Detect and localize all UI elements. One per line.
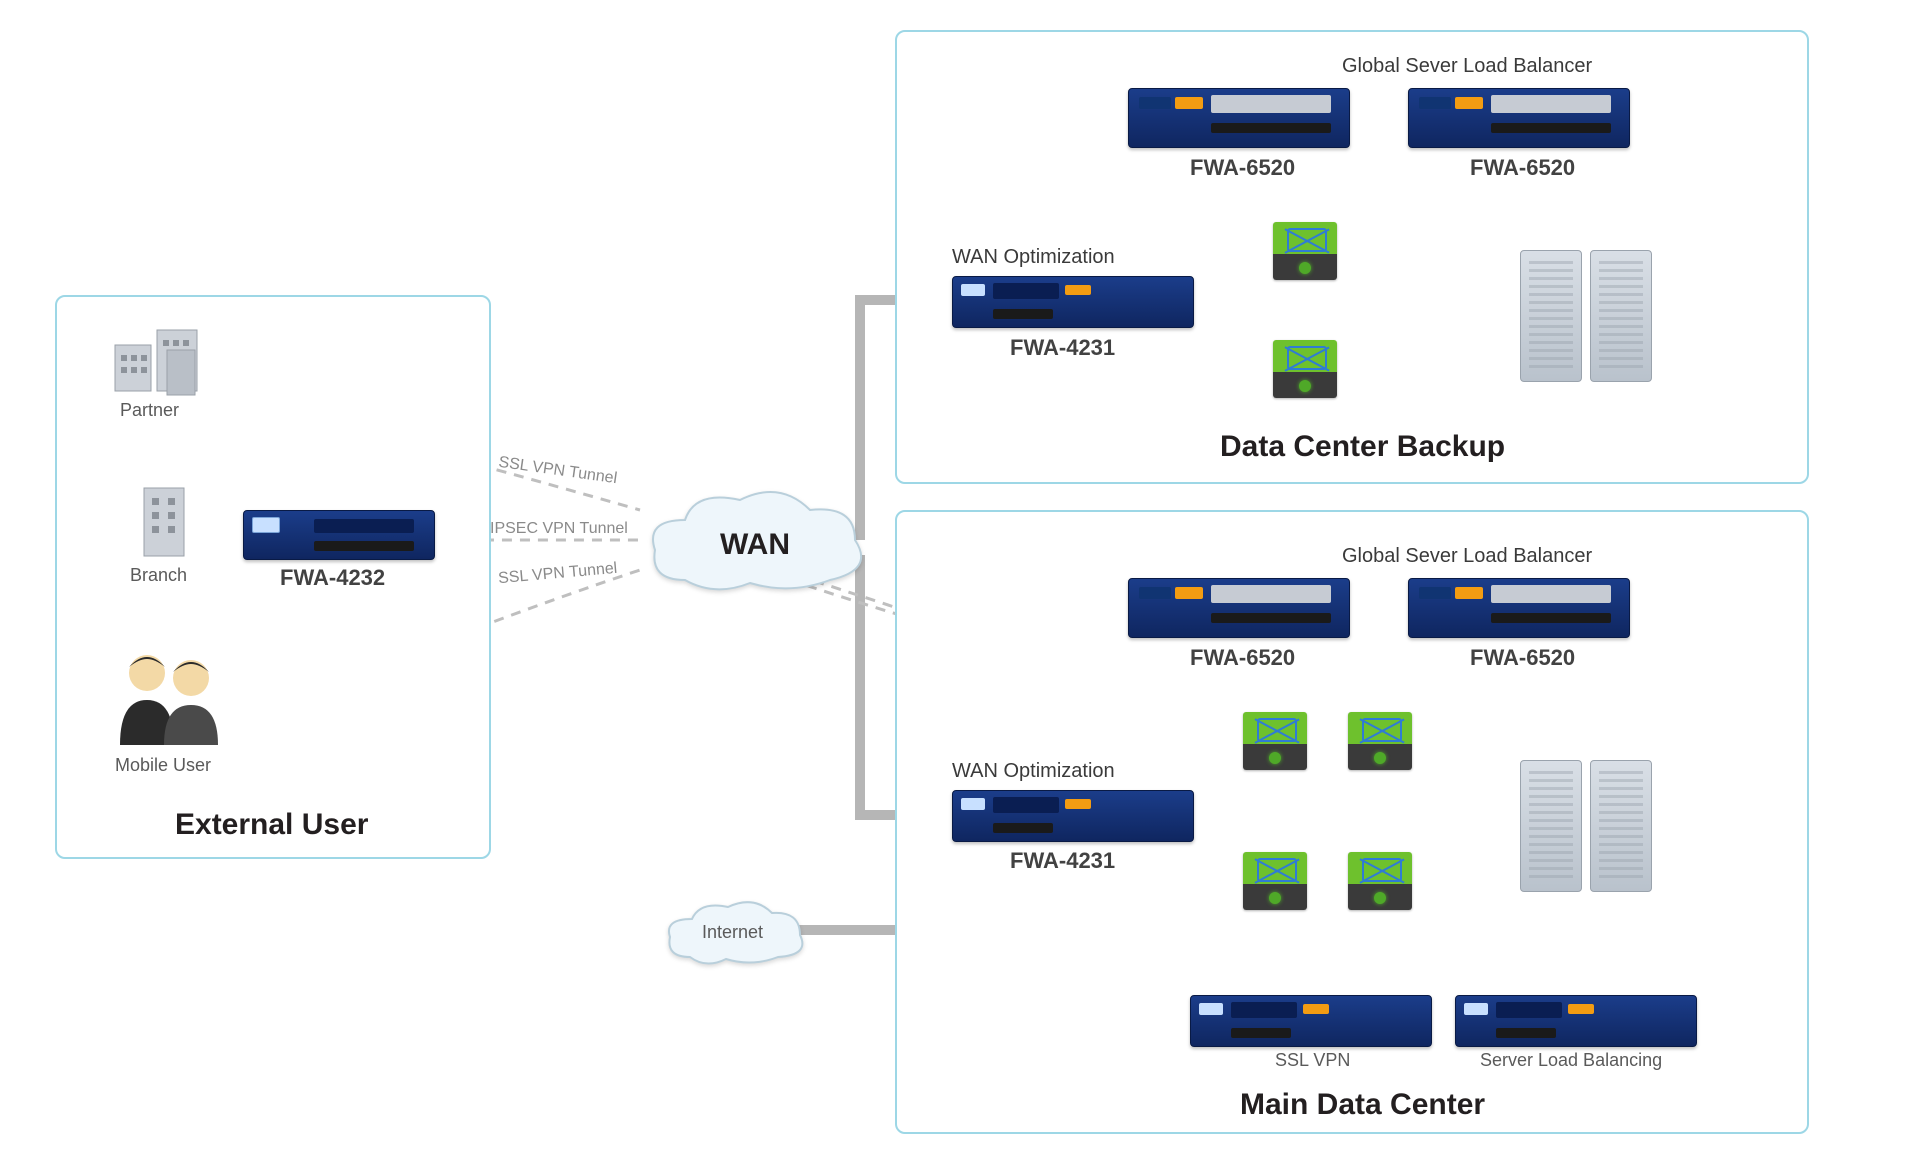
internet-label: Internet [702,922,763,943]
branch-icon [130,480,200,570]
zone-dc-backup-title: Data Center Backup [1220,430,1505,464]
label-b-6520-2: FWA-6520 [1470,155,1575,181]
label-m-6520-1: FWA-6520 [1190,645,1295,671]
appliance-slb [1455,995,1697,1047]
mobile-user-icon [105,645,235,760]
sslvpn-label: SSL VPN [1275,1050,1350,1071]
partner-label: Partner [120,400,179,421]
zone-external-user-title: External User [175,808,368,842]
appliance-b-6520-2 [1408,88,1630,148]
switch-b-2 [1273,340,1337,398]
partner-icon [105,320,215,405]
switch-m-4 [1348,852,1412,910]
rack-backup [1520,250,1670,380]
switch-m-1 [1243,712,1307,770]
switch-m-3 [1243,852,1307,910]
rack-main [1520,760,1670,890]
label-m-4231: FWA-4231 [1010,848,1115,874]
wan-label: WAN [720,528,790,562]
label-m-6520-2: FWA-6520 [1470,645,1575,671]
branch-label: Branch [130,565,187,586]
appliance-m-6520-2 [1408,578,1630,638]
vpn-ipsec: IPSEC VPN Tunnel [490,520,628,538]
label-fwa4232: FWA-4232 [280,565,385,591]
appliance-b-4231 [952,276,1194,328]
appliance-sslvpn [1190,995,1432,1047]
label-b-6520-1: FWA-6520 [1190,155,1295,181]
switch-m-2 [1348,712,1412,770]
appliance-m-4231 [952,790,1194,842]
mobile-user-label: Mobile User [115,755,211,776]
diagram-stage: External User Partner Bran [0,0,1920,1171]
appliance-b-6520-1 [1128,88,1350,148]
appliance-m-6520-1 [1128,578,1350,638]
zone-main-dc-title: Main Data Center [1240,1088,1485,1122]
appliance-fwa4232 [243,510,435,560]
wanopt-backup-label: WAN Optimization [952,246,1115,269]
gslb-backup-label: Global Sever Load Balancer [1342,55,1592,78]
gslb-main-label: Global Sever Load Balancer [1342,545,1592,568]
switch-b-1 [1273,222,1337,280]
label-b-4231: FWA-4231 [1010,335,1115,361]
slb-label: Server Load Balancing [1480,1050,1662,1071]
wanopt-main-label: WAN Optimization [952,760,1115,783]
